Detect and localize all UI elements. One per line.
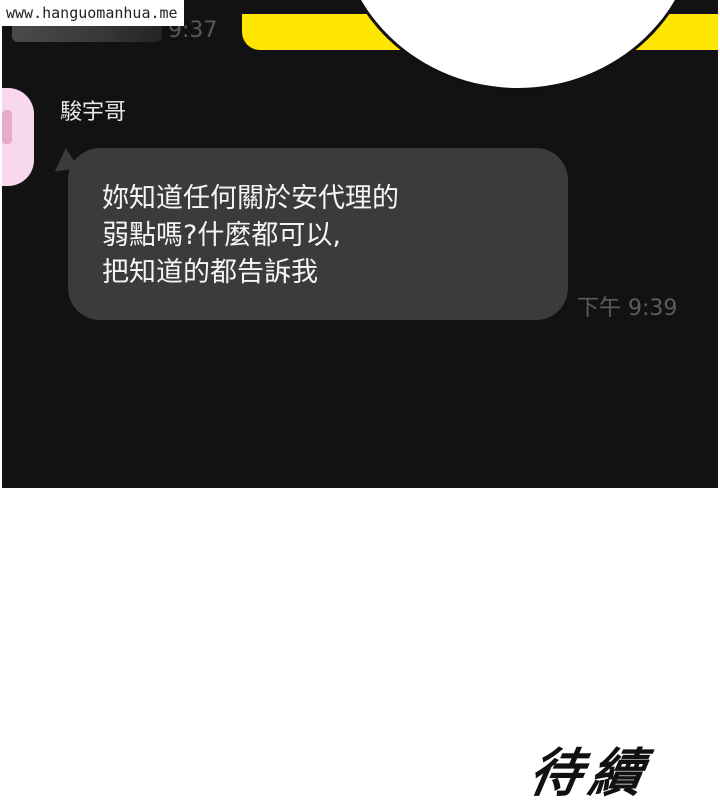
avatar xyxy=(2,88,34,186)
message-time: 下午 9:39 xyxy=(577,296,678,321)
to-be-continued-text: 待續 xyxy=(524,743,656,804)
message-text: 妳知道任何關於安代理的 弱點嗎?什麼都可以, 把知道的都告訴我 xyxy=(102,180,542,291)
sender-name: 駿宇哥 xyxy=(60,100,127,125)
message-line: 把知道的都告訴我 xyxy=(102,257,318,288)
avatar-icon xyxy=(2,110,12,144)
message-line: 弱點嗎?什麼都可以, xyxy=(102,220,341,251)
watermark-text: www.hanguomanhua.me xyxy=(0,0,184,26)
message-line: 妳知道任何關於安代理的 xyxy=(102,183,399,214)
chat-screen: 9:37 駿宇哥 妳知道任何關於安代理的 弱點嗎?什麼都可以, 把知道的都告訴我… xyxy=(2,0,718,488)
